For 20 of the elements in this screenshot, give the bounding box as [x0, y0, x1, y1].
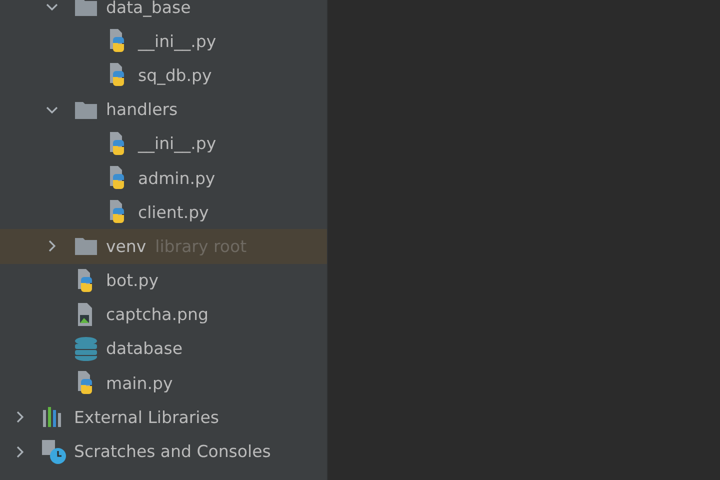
- image-file-icon: [77, 302, 95, 327]
- database-icon: [75, 336, 97, 361]
- tree-item-label[interactable]: venv: [106, 236, 146, 256]
- tree-item-label[interactable]: data_base: [106, 0, 191, 17]
- tree-item-label[interactable]: External Libraries: [74, 408, 219, 427]
- tree-item-label[interactable]: admin.py: [138, 168, 216, 188]
- scratch-clock-icon: [42, 440, 66, 464]
- tree-item-label[interactable]: sq_db.py: [138, 66, 212, 85]
- tree-item-label[interactable]: database: [106, 339, 182, 358]
- tree-item-label[interactable]: __ini__.py: [138, 134, 216, 154]
- folder-icon: [75, 100, 97, 119]
- tree-item-label[interactable]: __ini__.py: [138, 32, 216, 51]
- tree-item-label[interactable]: handlers: [106, 100, 178, 120]
- tree-item-label[interactable]: bot.py: [106, 271, 159, 290]
- folder-icon: [75, 237, 97, 256]
- tree-item-label[interactable]: main.py: [106, 374, 173, 393]
- tree-item-label[interactable]: captcha.png: [106, 305, 208, 324]
- folder-icon: [75, 0, 97, 16]
- tree-item-label[interactable]: Scratches and Consoles: [74, 442, 271, 462]
- tree-item-label[interactable]: client.py: [138, 202, 209, 222]
